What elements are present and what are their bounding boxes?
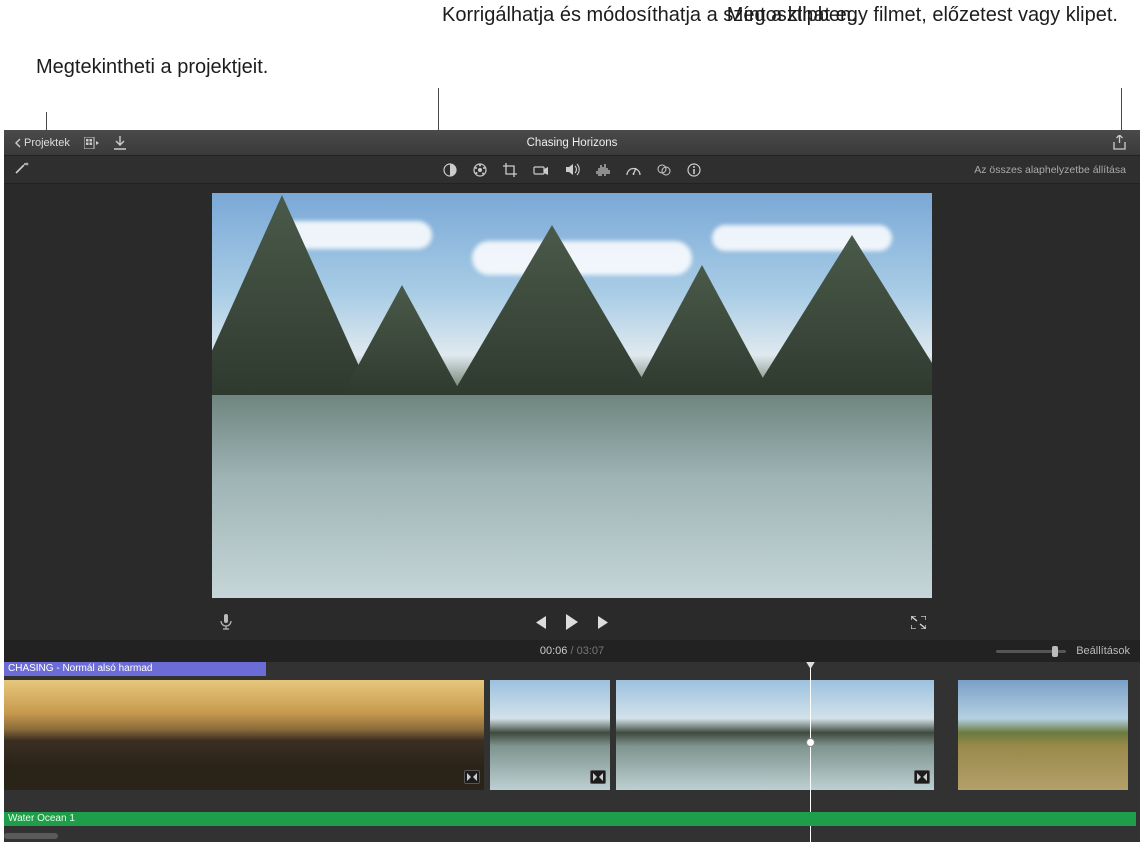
projects-label: Projektek bbox=[24, 137, 70, 149]
skip-forward-icon[interactable] bbox=[597, 616, 611, 629]
volume-icon[interactable] bbox=[565, 163, 580, 176]
video-clip-2[interactable] bbox=[490, 680, 610, 790]
duration: 03:07 bbox=[577, 645, 605, 657]
stabilize-icon[interactable] bbox=[533, 164, 549, 176]
time-bar: 00:06 / 03:07 Beállítások bbox=[4, 640, 1140, 662]
callout-projects: Megtekintheti a projektjeit. bbox=[36, 54, 268, 80]
transition-icon[interactable] bbox=[590, 770, 606, 784]
viewer-frame bbox=[4, 184, 1140, 604]
settings-button[interactable]: Beállítások bbox=[1076, 645, 1130, 657]
project-title: Chasing Horizons bbox=[527, 137, 618, 149]
horizontal-scrollbar[interactable] bbox=[4, 833, 58, 839]
zoom-knob[interactable] bbox=[1052, 646, 1058, 657]
chevron-left-icon bbox=[14, 138, 21, 148]
title-clip[interactable]: CHASING - Normál alsó harmad bbox=[4, 662, 266, 676]
time-display: 00:06 / 03:07 bbox=[540, 645, 604, 657]
media-browser-icon[interactable] bbox=[84, 137, 100, 149]
voiceover-mic-icon[interactable] bbox=[220, 614, 232, 630]
speed-icon[interactable] bbox=[626, 163, 641, 176]
zoom-slider[interactable] bbox=[996, 650, 1066, 653]
video-track bbox=[4, 680, 1136, 790]
transport-bar bbox=[4, 604, 1140, 640]
reset-all-button[interactable]: Az összes alaphelyzetbe állítása bbox=[974, 164, 1140, 176]
crop-icon[interactable] bbox=[503, 163, 517, 177]
imovie-window: Projektek Chasing Horizons bbox=[4, 130, 1140, 842]
projects-back-button[interactable]: Projektek bbox=[14, 137, 70, 149]
current-time: 00:06 bbox=[540, 645, 568, 657]
audio-clip[interactable]: Water Ocean 1 bbox=[4, 812, 1136, 826]
timeline[interactable]: CHASING - Normál alsó harmad bbox=[4, 662, 1140, 842]
play-icon[interactable] bbox=[565, 614, 579, 630]
video-preview[interactable] bbox=[212, 193, 932, 598]
color-balance-icon[interactable] bbox=[443, 163, 457, 177]
transition-icon[interactable] bbox=[464, 770, 480, 784]
video-clip-3[interactable] bbox=[616, 680, 934, 790]
callout-share: Megoszthat egy filmet, előzetest vagy kl… bbox=[727, 2, 1118, 28]
playhead-scrub-knob[interactable] bbox=[806, 738, 815, 747]
video-clip-4[interactable] bbox=[958, 680, 1128, 790]
transition-icon[interactable] bbox=[914, 770, 930, 784]
top-toolbar: Projektek Chasing Horizons bbox=[4, 130, 1140, 156]
import-icon[interactable] bbox=[114, 136, 126, 150]
time-separator: / bbox=[567, 645, 576, 657]
callout-share-text: Megoszthat egy filmet, előzetest vagy kl… bbox=[727, 4, 1118, 26]
enhance-wand-icon[interactable] bbox=[14, 161, 30, 175]
annotation-callouts: Megtekintheti a projektjeit. Korrigálhat… bbox=[0, 0, 1144, 130]
color-wheel-icon[interactable] bbox=[473, 163, 487, 177]
skip-back-icon[interactable] bbox=[533, 616, 547, 629]
playhead-handle-icon[interactable] bbox=[805, 662, 816, 669]
info-icon[interactable] bbox=[687, 163, 701, 177]
noise-reduction-icon[interactable] bbox=[596, 163, 610, 176]
share-icon[interactable] bbox=[1113, 135, 1126, 150]
callout-projects-text: Megtekintheti a projektjeit. bbox=[36, 56, 268, 78]
video-clip-1[interactable] bbox=[4, 680, 484, 790]
adjust-toolbar: Az összes alaphelyzetbe állítása bbox=[4, 156, 1140, 184]
viewer-area bbox=[4, 184, 1140, 640]
clip-filter-icon[interactable] bbox=[657, 163, 671, 177]
fullscreen-icon[interactable] bbox=[911, 616, 926, 629]
